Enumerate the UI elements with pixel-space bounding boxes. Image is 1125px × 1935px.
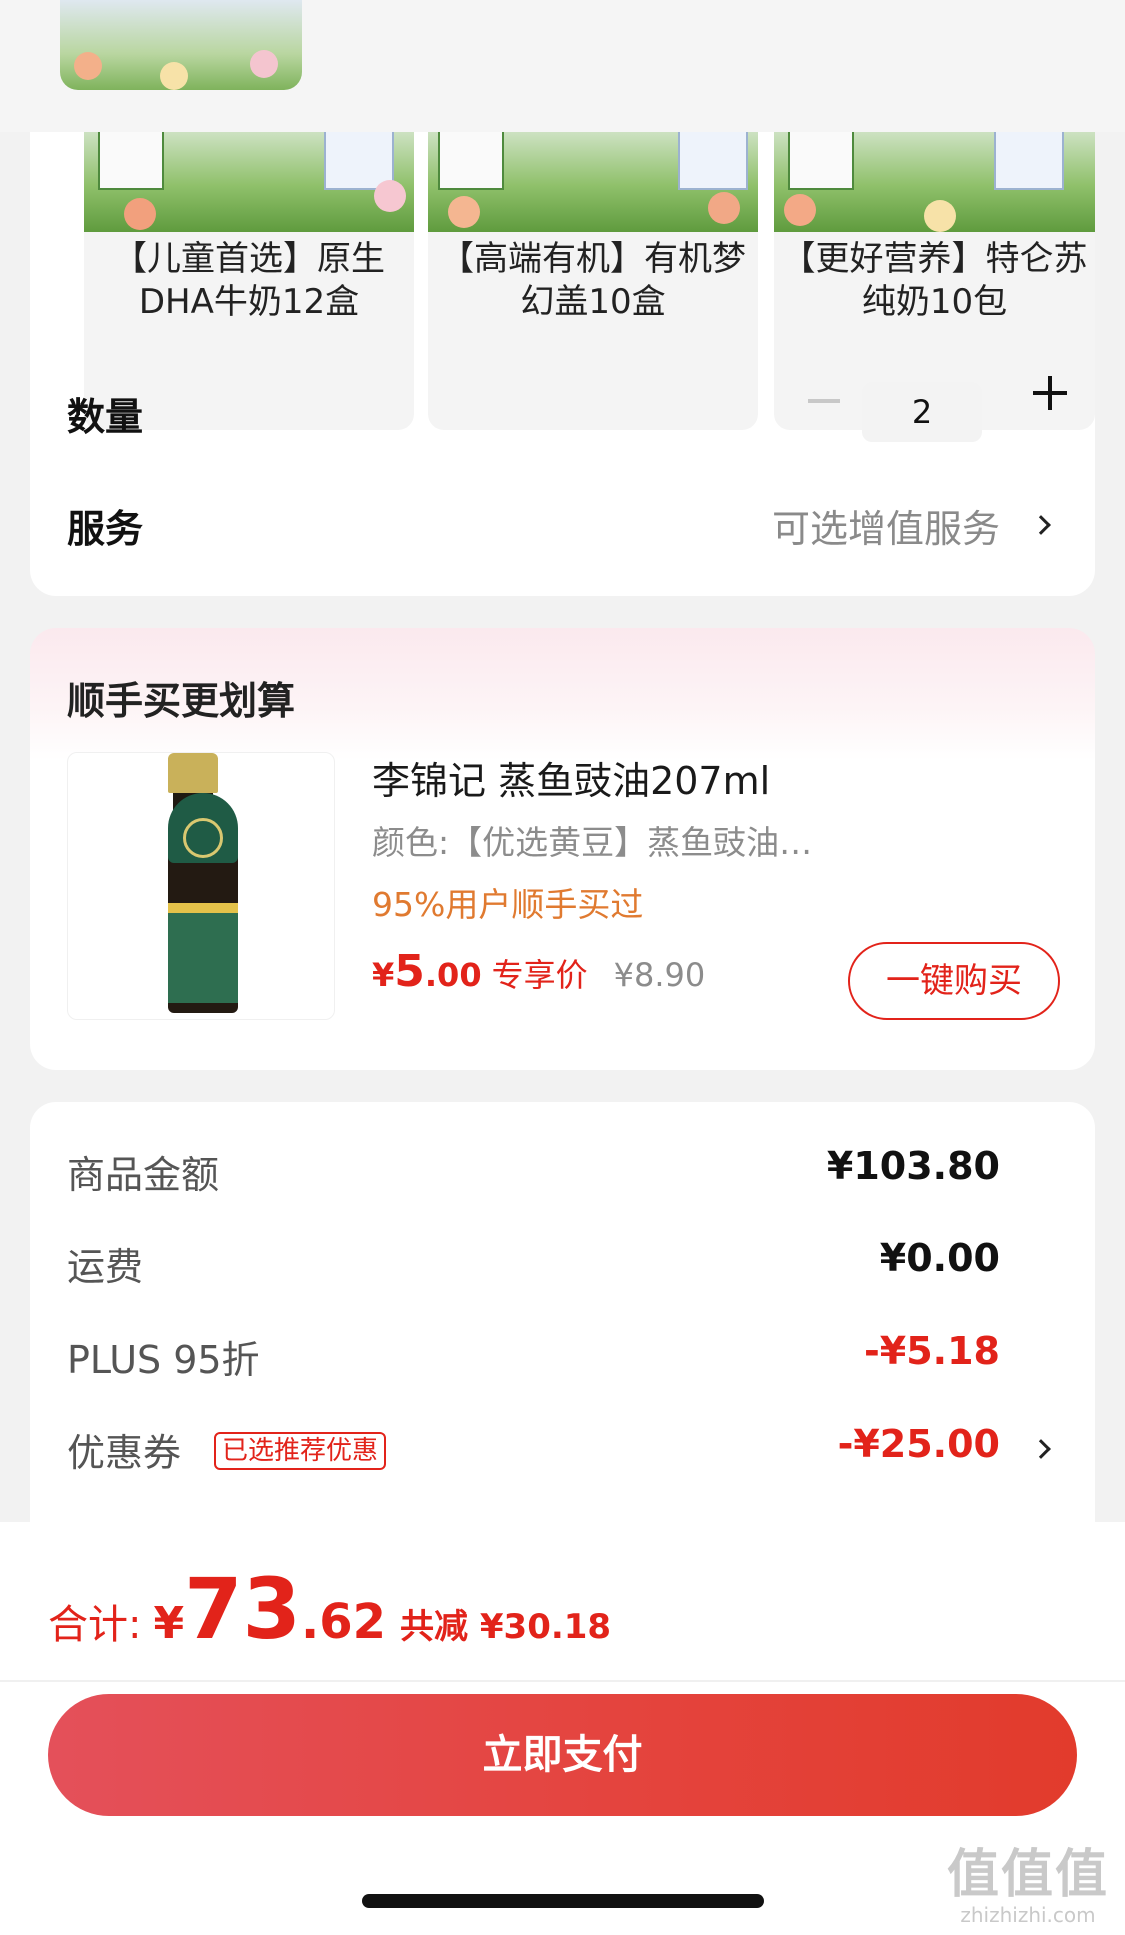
variant-image-2: [428, 130, 758, 232]
order-total: 合计: ¥73.62 共减 ¥30.18: [48, 1560, 611, 1658]
summary-value-plus-discount: -¥5.18: [864, 1329, 1000, 1373]
total-currency: ¥: [153, 1598, 185, 1649]
variant-option-1[interactable]: 【儿童首选】原生DHA牛奶12盒: [84, 130, 414, 430]
quantity-input[interactable]: 2: [862, 382, 982, 442]
addon-price-tag: 专享价: [491, 956, 588, 994]
variant-image-1: [84, 130, 414, 232]
selected-product-thumbnail: [60, 0, 302, 90]
service-chevron-right-icon[interactable]: [1031, 515, 1051, 535]
addon-title: 顺手买更划算: [67, 679, 296, 723]
variant-label-2: 【高端有机】有机梦幻盖10盒: [440, 239, 746, 322]
checkout-bar: 合计: ¥73.62 共减 ¥30.18 立即支付 值值值 zhizhizhi.co…: [0, 1522, 1125, 1935]
service-option-text[interactable]: 可选增值服务: [772, 498, 1000, 553]
total-integer: 73: [184, 1560, 302, 1658]
spec-card: 【儿童首选】原生DHA牛奶12盒 【高端有机】有机梦幻盖10盒 【更好营养】特仑…: [30, 100, 1095, 596]
addon-price-decimal: .00: [424, 956, 482, 994]
variant-option-2[interactable]: 【高端有机】有机梦幻盖10盒: [428, 130, 758, 430]
site-watermark: 值值值 zhizhizhi.com: [947, 1847, 1109, 1927]
total-savings: 共减 ¥30.18: [400, 1607, 612, 1647]
addon-price-integer: 5: [394, 946, 425, 997]
service-label: 服务: [67, 507, 144, 551]
summary-label-plus-discount: PLUS 95折: [67, 1338, 260, 1382]
addon-card: 顺手买更划算 李锦记 蒸鱼豉油207ml 颜色:【优选黄豆】蒸鱼豉油207ml …: [30, 628, 1095, 1070]
addon-product-spec[interactable]: 颜色:【优选黄豆】蒸鱼豉油207ml: [372, 816, 832, 864]
total-label: 合计:: [48, 1602, 142, 1648]
summary-value-coupon[interactable]: -¥25.00: [838, 1422, 1000, 1466]
total-decimal: .62: [301, 1594, 387, 1650]
home-indicator: [362, 1894, 764, 1908]
one-click-buy-button[interactable]: 一键购买: [848, 942, 1060, 1020]
variant-image-3: [774, 130, 1095, 232]
variant-label-1: 【儿童首选】原生DHA牛奶12盒: [113, 239, 385, 322]
addon-product-image[interactable]: [67, 752, 335, 1020]
addon-product-name[interactable]: 李锦记 蒸鱼豉油207ml: [372, 750, 770, 805]
summary-label-coupon[interactable]: 优惠券: [67, 1422, 181, 1477]
coupon-applied-badge: 已选推荐优惠: [214, 1432, 387, 1470]
summary-label-shipping: 运费: [67, 1245, 144, 1289]
addon-original-price: ¥8.90: [613, 956, 706, 994]
quantity-label: 数量: [67, 395, 144, 439]
watermark-logo: 值值值: [946, 1845, 1109, 1905]
summary-value-shipping: ¥0.00: [879, 1236, 1000, 1280]
summary-label-subtotal: 商品金额: [67, 1153, 220, 1197]
addon-price-currency: ¥: [372, 956, 395, 994]
watermark-url: zhizhizhi.com: [960, 1903, 1096, 1927]
addon-social-proof: 95%用户顺手买过: [372, 885, 644, 924]
pay-now-button[interactable]: 立即支付: [48, 1694, 1077, 1816]
price-summary-card: 商品金额 ¥103.80 运费 ¥0.00 PLUS 95折 -¥5.18 优惠…: [30, 1102, 1095, 1522]
addon-price: ¥5.00 专享价 ¥8.90: [372, 946, 705, 997]
top-header-strip: [0, 0, 1125, 132]
quantity-decrease-button[interactable]: [808, 399, 840, 403]
quantity-increase-button[interactable]: [1033, 376, 1067, 410]
divider: [0, 1680, 1125, 1682]
summary-value-subtotal: ¥103.80: [826, 1144, 1000, 1188]
variant-label-3: 【更好营养】特仑苏纯奶10包: [781, 239, 1088, 322]
coupon-chevron-right-icon[interactable]: [1031, 1439, 1051, 1459]
